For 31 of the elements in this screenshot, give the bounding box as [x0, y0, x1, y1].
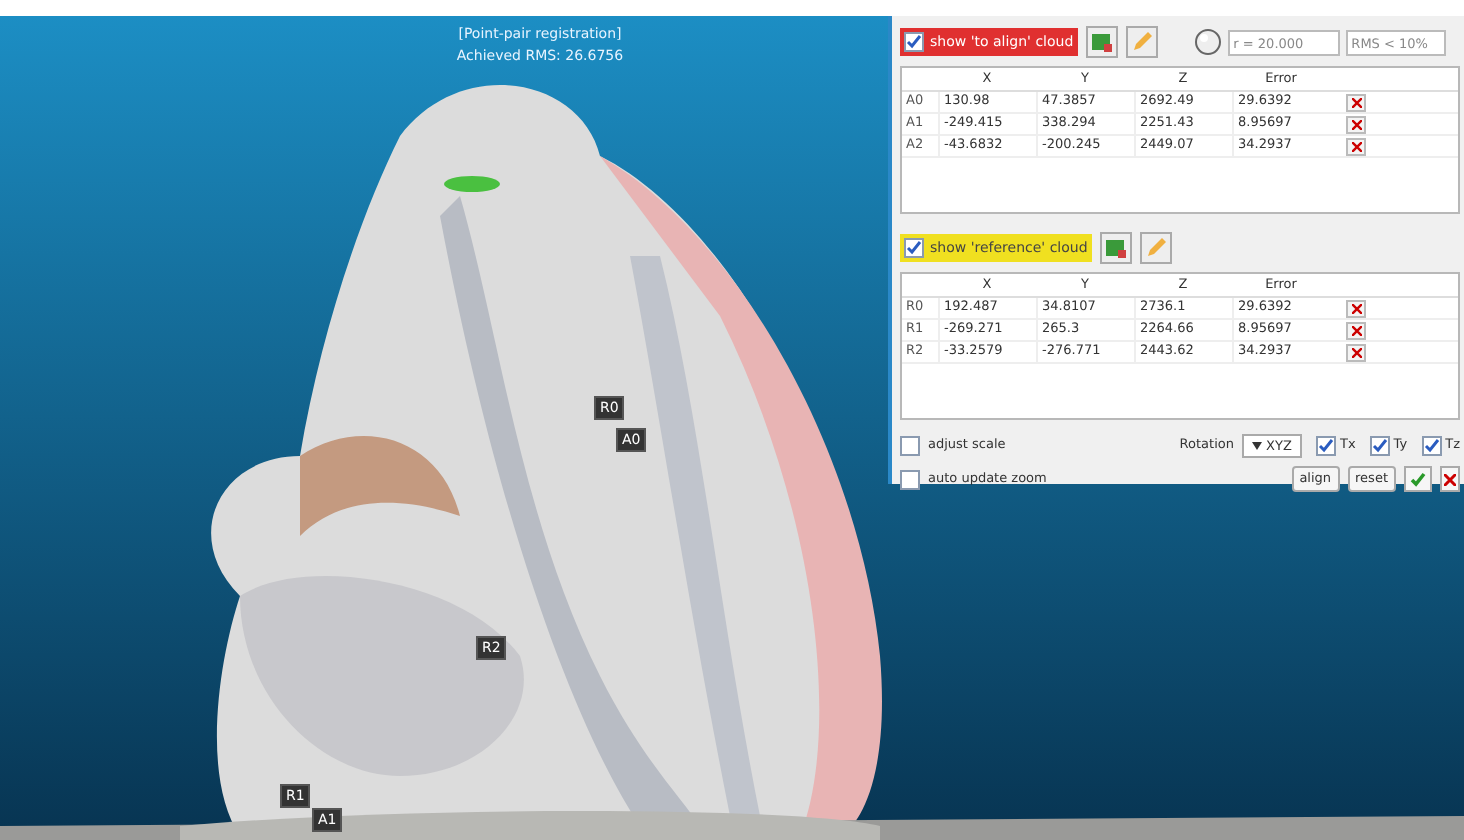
- checkbox[interactable]: [1315, 436, 1336, 456]
- cloud-add-icon: [1091, 32, 1112, 52]
- remove-point-button[interactable]: [1346, 115, 1366, 133]
- point-picker-button[interactable]: [1099, 232, 1132, 264]
- close-icon: [1351, 325, 1361, 335]
- checkmark-icon: [1410, 471, 1426, 487]
- point-picker-button[interactable]: [1085, 26, 1118, 58]
- pencil-icon: [1145, 238, 1166, 258]
- checkbox[interactable]: [900, 436, 920, 456]
- ok-button[interactable]: [1404, 466, 1432, 492]
- cloud-add-icon: [1105, 238, 1126, 258]
- pencil-icon: [1131, 32, 1152, 52]
- close-icon: [1351, 347, 1361, 357]
- checkbox[interactable]: [900, 469, 920, 489]
- remove-point-button[interactable]: [1346, 299, 1366, 317]
- close-icon: [1351, 97, 1361, 107]
- show-cloud-checkbox[interactable]: [904, 238, 924, 258]
- show-cloud-checkbox[interactable]: [904, 32, 924, 52]
- remove-point-button[interactable]: [1346, 137, 1366, 155]
- close-icon: [1351, 119, 1361, 129]
- caret-icon: [1252, 442, 1263, 450]
- remove-point-button[interactable]: [1346, 343, 1366, 361]
- sphere-icon: [1193, 28, 1222, 56]
- remove-point-button[interactable]: [1346, 321, 1366, 339]
- remove-point-button[interactable]: [1346, 93, 1366, 111]
- close-icon: [1351, 303, 1361, 313]
- close-icon: [1351, 141, 1361, 151]
- checkbox[interactable]: [1369, 436, 1390, 456]
- checkbox[interactable]: [1421, 436, 1442, 456]
- close-icon: [1444, 473, 1456, 485]
- cancel-button[interactable]: [1440, 466, 1460, 492]
